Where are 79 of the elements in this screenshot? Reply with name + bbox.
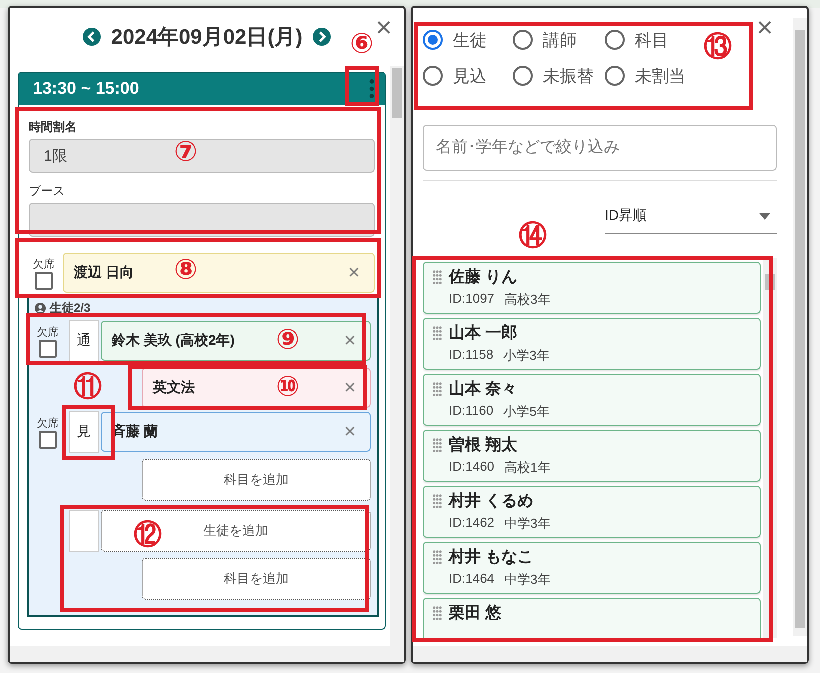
callout-number: ⑧: [174, 256, 198, 284]
lesson-time: 13:30 ~ 15:00: [33, 79, 140, 99]
student-card[interactable]: 山本 奈々 ID:1160 小学5年: [423, 374, 762, 426]
sort-select[interactable]: ID昇順: [605, 207, 777, 234]
drag-handle-icon[interactable]: [432, 382, 443, 397]
chevron-right-icon[interactable]: [312, 28, 331, 46]
search-field[interactable]: 名前･学年などで絞り込み: [423, 125, 777, 171]
drag-handle-icon[interactable]: [432, 494, 443, 509]
radio-option[interactable]: 未割当: [605, 58, 715, 94]
student-id: ID:1158: [449, 347, 494, 364]
radio-option[interactable]: 生徒: [423, 22, 513, 58]
student-name: 曽根 翔太: [449, 435, 518, 456]
callout-number: ⑫: [134, 521, 162, 549]
student-name: 栗田 悠: [449, 604, 502, 624]
radio-option[interactable]: 未振替: [513, 58, 605, 94]
callout-number: ⑪: [74, 373, 102, 401]
drag-handle-icon[interactable]: [432, 606, 443, 621]
field-label: ブース: [29, 183, 66, 200]
annotation-frame: [62, 405, 115, 460]
remove-button[interactable]: ×: [344, 376, 356, 400]
drag-handle-icon[interactable]: [432, 438, 443, 453]
callout-number: ⑩: [276, 373, 300, 401]
caret-icon: [759, 212, 771, 220]
student-card[interactable]: 曽根 翔太 ID:1460 高校1年: [423, 430, 762, 482]
drag-handle-icon[interactable]: [432, 550, 443, 565]
add-subject-button[interactable]: 科目を追加: [142, 459, 371, 501]
more-icon[interactable]: [369, 79, 375, 99]
student-name: 山本 奈々: [449, 380, 518, 400]
student-name: 村井 くるめ: [449, 492, 534, 512]
field-label: 時間割名: [29, 119, 78, 136]
radio-option[interactable]: 見込: [423, 58, 513, 94]
student-id: ID:1464: [449, 571, 495, 588]
student-grade: 小学5年: [504, 403, 550, 421]
attendance-type[interactable]: 通: [69, 320, 99, 362]
radio-option[interactable]: 講師: [513, 22, 605, 58]
drag-handle-icon[interactable]: [432, 270, 443, 285]
student-id: ID:1097: [449, 291, 495, 308]
absent-checkbox[interactable]: [39, 340, 57, 358]
attendance-type[interactable]: [69, 510, 99, 552]
student-card[interactable]: 山本 一郎 ID:1158 小学3年: [423, 318, 762, 370]
callout-number: ⑭: [519, 222, 547, 250]
callout-number: ⑥: [350, 30, 374, 58]
remove-button[interactable]: ×: [348, 262, 360, 284]
student-grade: 中学3年: [504, 571, 551, 589]
student-grade: 中学3年: [504, 515, 551, 533]
scrollbar[interactable]: [390, 66, 404, 646]
attendance-type[interactable]: 見: [69, 411, 99, 453]
add-subject-button[interactable]: 科目を追加: [142, 558, 371, 600]
student-name: 佐藤 りん: [449, 268, 518, 288]
student-card[interactable]: 村井 くるめ ID:1462 中学3年: [423, 486, 762, 538]
callout-number: ⑨: [276, 326, 300, 354]
scrollbar[interactable]: [413, 646, 807, 662]
absent-label: 欠席: [33, 258, 55, 272]
student-grade: 高校3年: [504, 291, 551, 309]
drag-handle-icon[interactable]: [432, 326, 443, 341]
date-title: 2024年09月02日(月): [111, 25, 303, 51]
student-grade: 高校1年: [504, 459, 551, 477]
student-grade: 小学3年: [504, 347, 550, 365]
student-id: ID:1160: [449, 403, 494, 420]
absent-checkbox[interactable]: [35, 272, 53, 290]
close-button[interactable]: ×: [751, 14, 779, 42]
student-id: ID:1460: [449, 459, 495, 476]
chevron-left-icon[interactable]: [83, 28, 102, 46]
student-name: 山本 一郎: [449, 323, 518, 344]
absent-label: 欠席: [37, 326, 59, 340]
callout-number: ⑬: [704, 33, 732, 61]
student-card[interactable]: 栗田 悠: [423, 598, 762, 638]
student-name: 村井 もなこ: [449, 548, 534, 568]
scrollbar[interactable]: [10, 646, 404, 662]
remove-button[interactable]: ×: [344, 420, 356, 444]
person-icon: [35, 302, 46, 314]
absent-checkbox[interactable]: [39, 430, 57, 448]
callout-number: ⑦: [174, 138, 198, 166]
student-card[interactable]: 村井 もなこ ID:1464 中学3年: [423, 542, 762, 594]
student-card[interactable]: 佐藤 りん ID:1097 高校3年: [423, 262, 762, 314]
student-id: ID:1462: [449, 515, 495, 532]
scrollbar[interactable]: [793, 18, 807, 636]
remove-button[interactable]: ×: [344, 330, 356, 352]
absent-label: 欠席: [37, 416, 59, 430]
